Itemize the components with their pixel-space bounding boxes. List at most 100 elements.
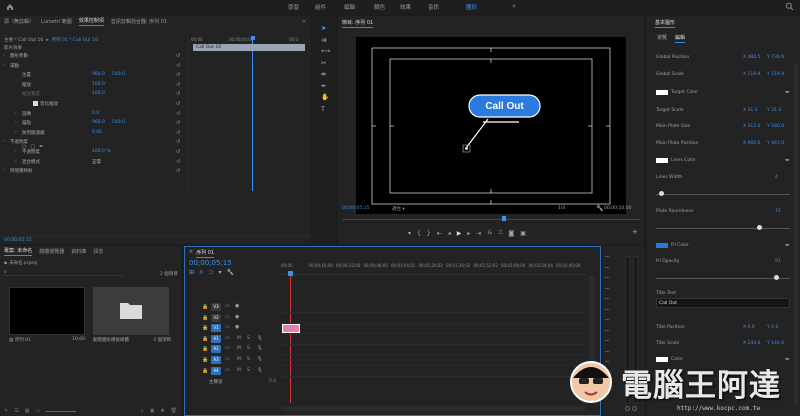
panel-tab[interactable]: 瀏覽 xyxy=(657,34,667,43)
track-lane[interactable] xyxy=(281,367,586,377)
lock-icon[interactable]: 🔒 xyxy=(202,357,208,363)
disclosure-icon[interactable]: › xyxy=(15,159,17,164)
wrench-icon[interactable]: 🔧 xyxy=(596,205,603,212)
effect-controls-timecode[interactable]: 00;00;05;15 xyxy=(4,238,31,243)
effect-row[interactable]: 縮放 100.0 xyxy=(0,81,186,90)
track-target-button[interactable]: A4 xyxy=(211,366,221,375)
track-lane[interactable] xyxy=(281,314,586,324)
program-timecode[interactable]: 00;00;05;15 xyxy=(342,206,369,211)
lift-icon[interactable]: ⎌ xyxy=(487,229,492,237)
hand-tool-icon[interactable]: ✋ xyxy=(321,93,329,101)
lock-icon[interactable]: 🔒 xyxy=(202,368,208,374)
out-point-icon[interactable]: } xyxy=(427,230,431,237)
eg-y-value[interactable]: Y 31.3 xyxy=(767,108,781,113)
lock-icon[interactable]: 🔒 xyxy=(202,315,208,321)
slider-thumb[interactable] xyxy=(658,191,664,196)
lock-icon[interactable]: 🔒 xyxy=(202,304,208,310)
eg-y-value[interactable]: Y 739.6 xyxy=(767,55,784,60)
nest-icon[interactable]: ⊞ xyxy=(189,269,194,276)
timeline-tab[interactable]: 序列 01 xyxy=(196,249,214,258)
project-item-sequence[interactable] xyxy=(9,287,85,335)
panel-tab[interactable]: Lumetri 範圍 xyxy=(41,18,72,25)
graphic-clip[interactable] xyxy=(282,324,300,334)
panel-tab[interactable]: 媒體瀏覽器 xyxy=(39,248,64,255)
go-to-out-icon[interactable]: ⇥ xyxy=(476,230,481,237)
solo-button[interactable]: S xyxy=(247,368,250,373)
timeline-hscroll[interactable] xyxy=(281,406,586,411)
program-scrubber[interactable] xyxy=(342,216,640,222)
eye-icon[interactable]: ◉ xyxy=(235,314,239,320)
disclosure-icon[interactable]: › xyxy=(3,53,5,58)
track-lane[interactable] xyxy=(281,356,586,366)
workspace-tab[interactable]: 學習 xyxy=(288,3,299,11)
effect-value[interactable]: 540.0 xyxy=(112,72,125,77)
solo-button[interactable]: S xyxy=(247,346,250,351)
add-button-icon[interactable]: + xyxy=(632,228,638,236)
effect-value[interactable]: 540.0 xyxy=(112,120,125,125)
disclosure-icon[interactable]: › xyxy=(15,111,17,116)
roundness-slider[interactable] xyxy=(656,225,790,231)
pen-mask-icon[interactable]: ✒ xyxy=(39,144,43,150)
list-view-icon[interactable]: ☰ xyxy=(14,408,18,416)
eg-x-value[interactable]: X 484.5 xyxy=(743,55,760,60)
trash-icon[interactable]: 🗑 xyxy=(171,408,177,416)
program-video[interactable]: Call Out xyxy=(356,37,626,214)
marker-icon[interactable]: ▾ xyxy=(218,269,221,276)
effect-row[interactable]: › 旋轉 0.0 xyxy=(0,110,186,119)
microphone-icon[interactable]: 🎙 xyxy=(257,357,263,362)
reset-icon[interactable]: ↺ xyxy=(176,149,180,155)
disclosure-icon[interactable]: › xyxy=(3,168,5,173)
workspace-tab[interactable]: 編輯 xyxy=(344,3,355,11)
disclosure-icon[interactable]: › xyxy=(3,63,5,68)
marker-icon[interactable]: ▾ xyxy=(408,230,411,237)
mute-button[interactable]: M xyxy=(237,346,241,351)
effect-row[interactable]: › 混合模式 正常 xyxy=(0,158,186,167)
panel-tab[interactable]: 編輯 xyxy=(675,34,685,43)
reset-icon[interactable]: ↺ xyxy=(176,139,180,145)
razor-icon[interactable]: ✂ xyxy=(321,59,326,67)
uniform-scale-checkbox[interactable] xyxy=(33,101,38,106)
quality-dropdown[interactable]: 1/4 xyxy=(558,206,565,211)
eg-x-value[interactable]: X 119.9 xyxy=(743,72,760,77)
workspace-tab[interactable]: 組件 xyxy=(315,3,326,11)
eg-title[interactable]: 基本圖形 xyxy=(655,20,675,28)
disclosure-icon[interactable]: › xyxy=(15,149,17,154)
eg-y-value[interactable]: Y 180.0 xyxy=(767,124,784,129)
eg-y-value[interactable]: Y 0.0 xyxy=(767,325,778,330)
fit-dropdown[interactable]: 適合 ▾ xyxy=(392,206,405,212)
track-lane[interactable] xyxy=(281,335,586,345)
track-target-button[interactable]: V1 xyxy=(211,324,221,333)
panel-tab[interactable]: 訊息 xyxy=(93,248,103,255)
effect-row[interactable]: › 運動 xyxy=(0,62,186,71)
track-lane[interactable] xyxy=(281,324,586,335)
panel-tab[interactable]: 源（無剪輯） xyxy=(4,18,34,25)
eg-y-value[interactable]: Y 119.9 xyxy=(767,72,784,77)
project-item-bin[interactable] xyxy=(93,287,169,335)
export-frame-icon[interactable]: ◙ xyxy=(508,230,514,237)
step-back-icon[interactable]: ◂ xyxy=(448,230,451,237)
program-title[interactable]: 節目: 序列 01 xyxy=(342,20,373,28)
track-target-button[interactable]: V3 xyxy=(211,303,221,311)
timeline-ruler[interactable]: 00;00 00;00;16;00 00;00;32;00 00;00;48;00 00… xyxy=(281,263,586,275)
effect-value[interactable]: 960.0 xyxy=(92,120,105,125)
solo-button[interactable]: S xyxy=(247,357,250,362)
mini-clip-bar[interactable]: Call Out 16 xyxy=(193,44,305,51)
lock-icon[interactable]: 🔒 xyxy=(202,336,208,342)
sync-lock-icon[interactable]: ▭ xyxy=(225,303,230,309)
sync-lock-icon[interactable]: ▭ xyxy=(225,367,230,373)
new-bin-icon[interactable]: ▣ xyxy=(150,408,155,416)
sync-lock-icon[interactable]: ▭ xyxy=(225,356,230,362)
play-icon[interactable]: ▶ xyxy=(457,230,462,237)
reset-icon[interactable]: ↺ xyxy=(176,120,180,126)
workspace-tab[interactable]: 圖形 xyxy=(466,3,477,11)
lines-width-slider[interactable] xyxy=(656,191,790,197)
reset-icon[interactable]: ↺ xyxy=(176,82,180,88)
disclosure-icon[interactable]: › xyxy=(15,120,17,125)
disclosure-icon[interactable]: › xyxy=(15,130,17,135)
pen-tool-icon[interactable]: ✒ xyxy=(321,82,326,90)
slider-thumb[interactable] xyxy=(774,275,780,280)
panel-tab[interactable]: 效果控制項 xyxy=(79,17,104,26)
color-swatch[interactable] xyxy=(656,90,668,95)
effect-value[interactable]: 100.0 xyxy=(92,91,105,96)
step-forward-icon[interactable]: ▸ xyxy=(467,230,470,237)
